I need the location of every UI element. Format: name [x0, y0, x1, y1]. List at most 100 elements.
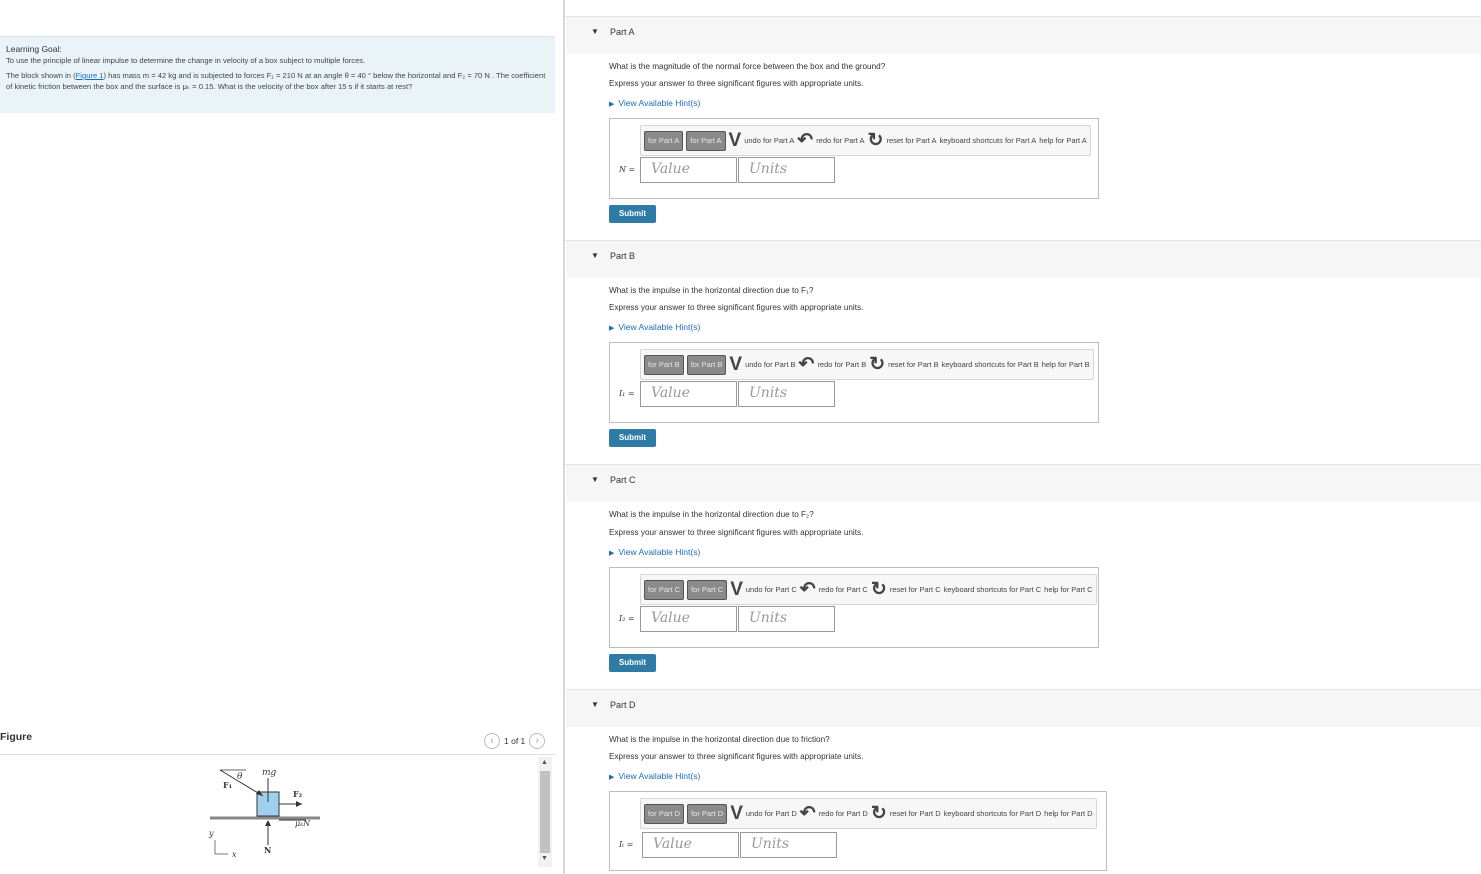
keyboard-shortcuts-button[interactable]: keyboard shortcuts for Part C — [944, 585, 1042, 594]
vector-icon[interactable]: V — [729, 355, 742, 374]
scroll-down-icon[interactable]: ▼ — [541, 855, 548, 862]
theta-label: θ — [237, 772, 243, 782]
reset-icon[interactable]: ↻ — [871, 804, 887, 823]
vector-icon[interactable]: V — [730, 580, 743, 599]
view-hints-link[interactable]: ▶ View Available Hint(s) — [609, 98, 700, 108]
symbols-button[interactable]: for Part B — [686, 354, 727, 375]
templates-button[interactable]: for Part C — [644, 579, 685, 600]
undo-icon[interactable]: ↶ — [797, 131, 813, 150]
force-f2-arrowhead — [296, 801, 302, 807]
figure-heading: Figure — [0, 731, 33, 743]
reset-icon[interactable]: ↻ — [871, 580, 887, 599]
y-axis-label: y — [208, 829, 214, 838]
caret-right-icon: ▶ — [609, 325, 615, 332]
figure-scrollbar[interactable]: ▲ ▼ — [538, 757, 552, 867]
instruction-text: Express your answer to three significant… — [609, 79, 864, 88]
units-input[interactable]: Units — [740, 832, 837, 858]
reset-button[interactable]: reset for Part D — [890, 809, 941, 818]
figure-link[interactable]: Figure 1 — [76, 71, 104, 80]
undo-button[interactable]: undo for Part A — [744, 136, 794, 145]
symbols-button[interactable]: for Part A — [686, 130, 726, 151]
mg-label: mg — [262, 768, 277, 778]
undo-button[interactable]: undo for Part D — [746, 809, 797, 818]
units-input[interactable]: Units — [738, 606, 835, 632]
learning-goal-title: Learning Goal: — [6, 44, 62, 54]
part-a: ▼ Part A What is the magnitude of the no… — [566, 16, 1481, 223]
reset-icon[interactable]: ↻ — [868, 131, 884, 150]
templates-button[interactable]: for Part B — [644, 354, 684, 375]
normal-force-arrowhead — [265, 820, 271, 826]
part-d-header[interactable]: ▼ Part D — [566, 689, 1481, 727]
reset-button[interactable]: reset for Part B — [888, 360, 938, 369]
units-input[interactable]: Units — [738, 381, 835, 407]
undo-icon[interactable]: ↶ — [800, 580, 816, 599]
value-input[interactable]: Value — [642, 832, 739, 858]
view-hints-link[interactable]: ▶ View Available Hint(s) — [609, 771, 700, 781]
keyboard-shortcuts-button[interactable]: keyboard shortcuts for Part D — [944, 809, 1042, 818]
keyboard-shortcuts-button[interactable]: keyboard shortcuts for Part A — [940, 136, 1037, 145]
question-text: What is the magnitude of the normal forc… — [609, 62, 886, 71]
figure-divider — [0, 754, 555, 755]
part-title: Part B — [610, 251, 636, 261]
variable-label: Iₜ = — [619, 840, 634, 849]
undo-button[interactable]: undo for Part C — [746, 585, 797, 594]
keyboard-shortcuts-button[interactable]: keyboard shortcuts for Part B — [942, 360, 1039, 369]
value-input[interactable]: Value — [640, 606, 737, 632]
answer-box: for Part D for Part D V undo for Part D … — [609, 791, 1107, 871]
chevron-left-icon[interactable]: ‹ — [484, 733, 500, 749]
hint-label: View Available Hint(s) — [618, 322, 701, 332]
x-axis-label: x — [232, 850, 237, 859]
redo-button[interactable]: redo for Part B — [817, 360, 866, 369]
scroll-up-icon[interactable]: ▲ — [541, 759, 548, 766]
view-hints-link[interactable]: ▶ View Available Hint(s) — [609, 547, 700, 557]
part-d: ▼ Part D What is the impulse in the hori… — [566, 689, 1481, 871]
submit-button[interactable]: Submit — [609, 205, 656, 223]
symbols-button[interactable]: for Part D — [687, 803, 728, 824]
instruction-text: Express your answer to three significant… — [609, 528, 864, 537]
undo-icon[interactable]: ↶ — [799, 355, 815, 374]
instruction-text: Express your answer to three significant… — [609, 303, 864, 312]
templates-button[interactable]: for Part A — [644, 130, 684, 151]
question-text: What is the impulse in the horizontal di… — [609, 286, 814, 295]
part-c-header[interactable]: ▼ Part C — [566, 464, 1481, 502]
question-text: What is the impulse in the horizontal di… — [609, 735, 830, 744]
friction-label: μₖN — [295, 819, 311, 828]
submit-button[interactable]: Submit — [609, 654, 656, 672]
vector-icon[interactable]: V — [730, 804, 743, 823]
redo-button[interactable]: redo for Part A — [816, 136, 864, 145]
part-a-header[interactable]: ▼ Part A — [566, 16, 1481, 54]
reset-icon[interactable]: ↻ — [869, 355, 885, 374]
answer-box: for Part B for Part B V undo for Part B … — [609, 342, 1099, 423]
chevron-right-icon[interactable]: › — [529, 733, 546, 749]
scrollbar-thumb[interactable] — [540, 771, 550, 853]
templates-button[interactable]: for Part D — [644, 803, 685, 824]
part-b-header[interactable]: ▼ Part B — [566, 240, 1481, 278]
normal-label: N — [264, 845, 271, 855]
hint-label: View Available Hint(s) — [618, 98, 701, 108]
variable-label: I₁ = — [619, 389, 635, 398]
units-input[interactable]: Units — [738, 157, 835, 183]
vector-icon[interactable]: V — [729, 131, 742, 150]
caret-right-icon: ▶ — [609, 550, 615, 557]
help-button[interactable]: help for Part C — [1044, 585, 1092, 594]
math-toolbar: for Part B for Part B V undo for Part B … — [640, 349, 1094, 380]
undo-icon[interactable]: ↶ — [800, 804, 816, 823]
reset-button[interactable]: reset for Part C — [890, 585, 941, 594]
help-button[interactable]: help for Part A — [1039, 136, 1087, 145]
value-input[interactable]: Value — [640, 381, 737, 407]
reset-button[interactable]: reset for Part A — [886, 136, 936, 145]
help-button[interactable]: help for Part D — [1044, 809, 1092, 818]
caret-down-icon: ▼ — [591, 475, 599, 484]
value-input[interactable]: Value — [640, 157, 737, 183]
view-hints-link[interactable]: ▶ View Available Hint(s) — [609, 322, 700, 332]
symbols-button[interactable]: for Part C — [687, 579, 728, 600]
pane-divider[interactable] — [563, 0, 565, 874]
redo-button[interactable]: redo for Part C — [819, 585, 868, 594]
redo-button[interactable]: redo for Part D — [819, 809, 868, 818]
undo-button[interactable]: undo for Part B — [745, 360, 795, 369]
math-toolbar: for Part D for Part D V undo for Part D … — [640, 798, 1097, 829]
help-button[interactable]: help for Part B — [1042, 360, 1090, 369]
part-title: Part C — [610, 475, 636, 485]
submit-button[interactable]: Submit — [609, 429, 656, 447]
math-toolbar: for Part C for Part C V undo for Part C … — [640, 574, 1097, 605]
